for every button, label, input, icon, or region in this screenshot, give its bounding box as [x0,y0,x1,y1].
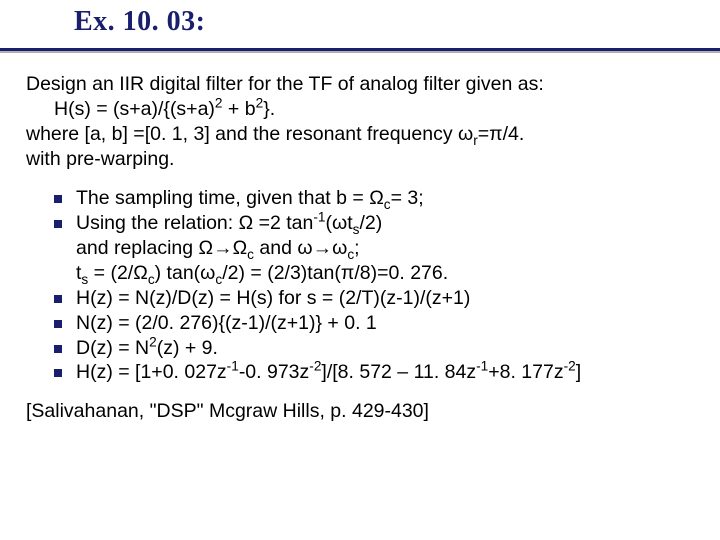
bullet-text: D(z) = N2(z) + 9. [76,336,700,361]
intro-line-3: where [a, b] =[0. 1, 3] and the resonant… [26,122,700,147]
bullet-text: N(z) = (2/0. 276){(z-1)/(z+1)} + 0. 1 [76,311,700,336]
bullet-text: H(z) = N(z)/D(z) = H(s) for s = (2/T)(z-… [76,286,700,311]
bullet-text: Using the relation: Ω =2 tan-1(ωts/2) [76,211,700,236]
bullet-icon [54,320,62,328]
bullet-item-6: H(z) = [1+0. 027z-1-0. 973z-2]/[8. 572 –… [26,360,700,385]
bullet-item-3: H(z) = N(z)/D(z) = H(s) for s = (2/T)(z-… [26,286,700,311]
slide-body: Design an IIR digital filter for the TF … [26,42,700,424]
intro-line-4: with pre-warping. [26,147,700,172]
bullet-2-cont-1: and replacing Ω→Ωc and ω→ωc; [26,236,700,261]
bullet-icon [54,345,62,353]
bullet-icon [54,220,62,228]
title-wrap: Ex. 10. 03: [26,0,700,42]
bullet-item-4: N(z) = (2/0. 276){(z-1)/(z+1)} + 0. 1 [26,311,700,336]
bullet-item-1: The sampling time, given that b = Ωc= 3; [26,186,700,211]
title-shadow [0,51,720,53]
bullet-list: The sampling time, given that b = Ωc= 3;… [26,186,700,386]
bullet-icon [54,295,62,303]
intro-line-2: H(s) = (s+a)/{(s+a)2 + b2}. [26,97,700,122]
bullet-text: H(z) = [1+0. 027z-1-0. 973z-2]/[8. 572 –… [76,360,700,385]
intro-paragraph: Design an IIR digital filter for the TF … [26,72,700,172]
intro-line-1: Design an IIR digital filter for the TF … [26,72,700,97]
reference: [Salivahanan, "DSP" Mcgraw Hills, p. 429… [26,399,700,424]
slide: Ex. 10. 03: Design an IIR digital filter… [0,0,720,540]
bullet-text: The sampling time, given that b = Ωc= 3; [76,186,700,211]
bullet-item-2: Using the relation: Ω =2 tan-1(ωts/2) [26,211,700,236]
bullet-icon [54,195,62,203]
slide-title: Ex. 10. 03: [74,6,700,38]
bullet-item-5: D(z) = N2(z) + 9. [26,336,700,361]
bullet-2-cont-2: ts = (2/Ωc) tan(ωc/2) = (2/3)tan(π/8)=0.… [26,261,700,286]
bullet-icon [54,369,62,377]
